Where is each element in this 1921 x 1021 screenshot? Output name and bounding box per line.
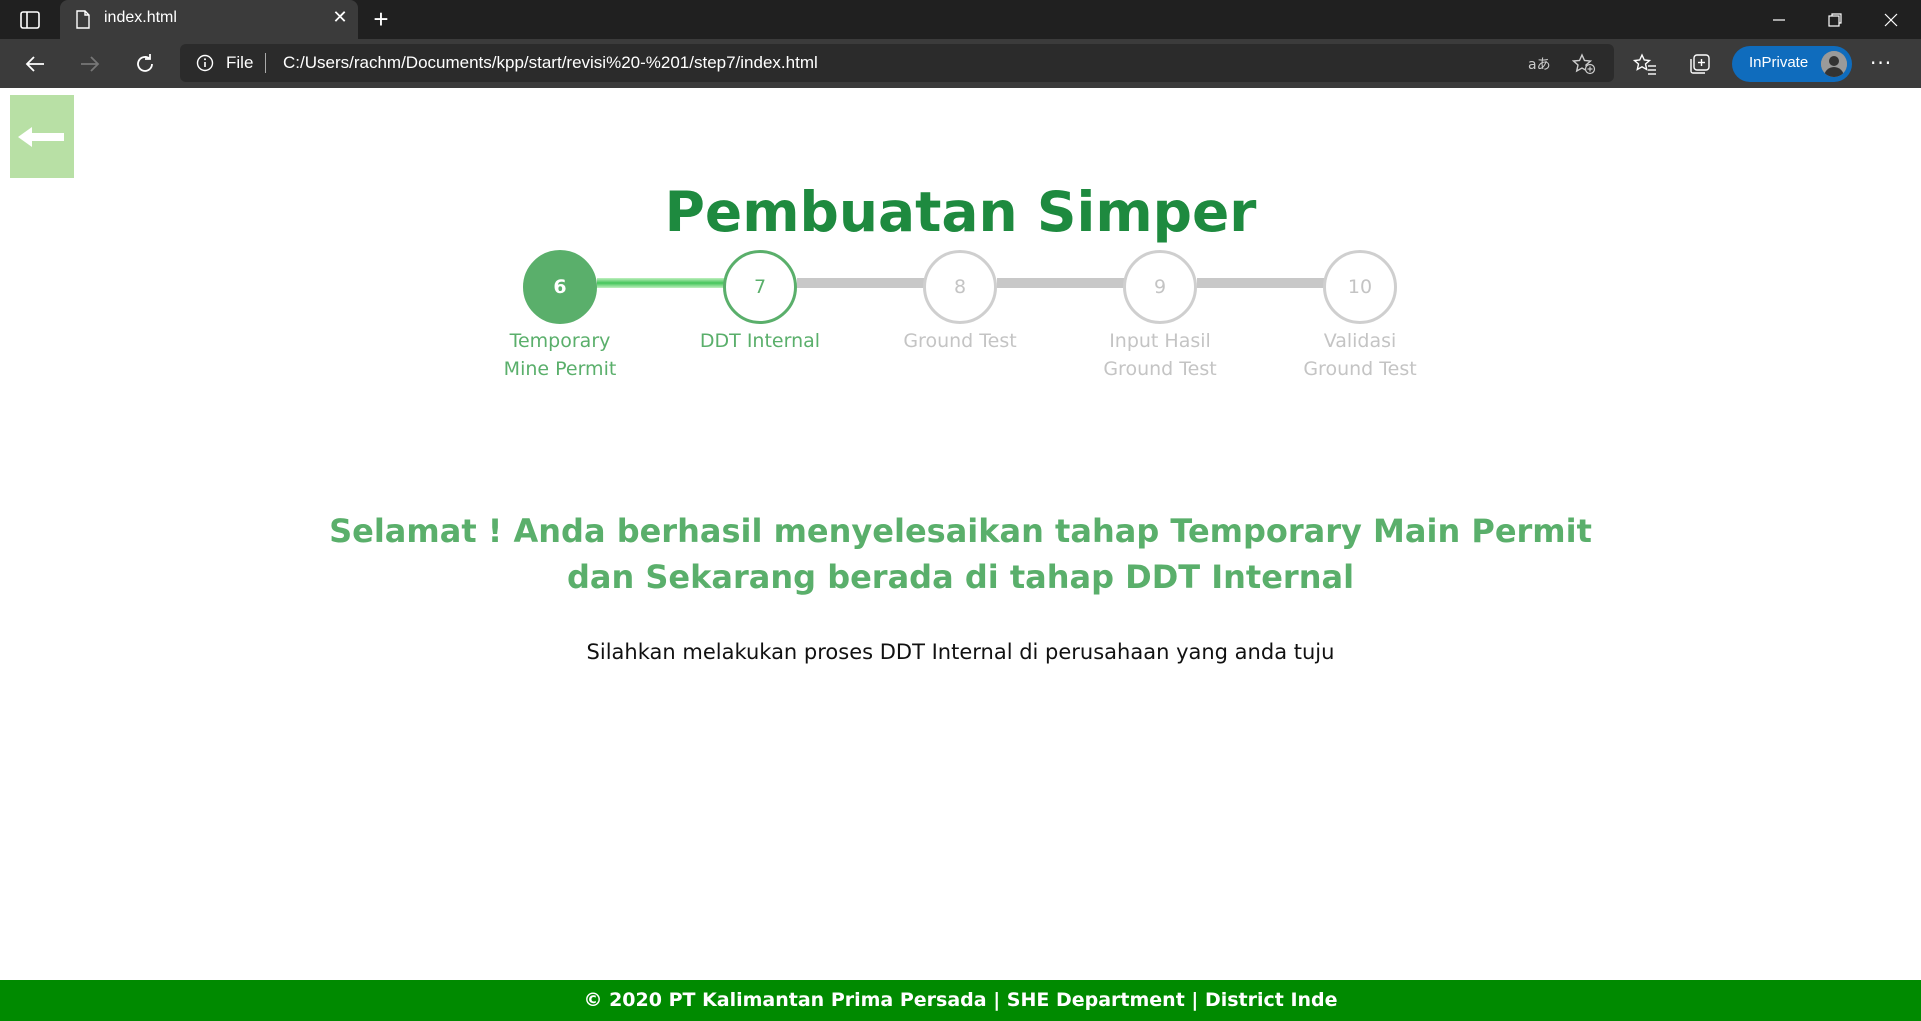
forward-icon[interactable] xyxy=(75,49,105,79)
step-9-label: Input Hasil Ground Test xyxy=(1075,327,1245,383)
step-connector xyxy=(797,278,927,288)
progress-stepper: 6 7 8 9 10 Temporary Mine Permit DDT Int… xyxy=(0,250,1921,390)
step-connector xyxy=(1197,278,1327,288)
step-label-line: Ground Test xyxy=(1303,358,1417,380)
tab-actions-icon[interactable] xyxy=(18,9,42,31)
collections-icon[interactable] xyxy=(1687,51,1713,77)
congrats-line: dan Sekarang berada di tahap DDT Interna… xyxy=(566,558,1355,596)
arrow-left-icon xyxy=(18,126,64,147)
inprivate-label: InPrivate xyxy=(1749,54,1809,71)
favorites-icon[interactable] xyxy=(1632,51,1658,77)
file-icon xyxy=(75,10,91,29)
info-icon[interactable] xyxy=(196,54,214,72)
url-text[interactable]: C:/Users/rachm/Documents/kpp/start/revis… xyxy=(283,53,818,73)
tab-title: index.html xyxy=(104,9,177,26)
step-7-label: DDT Internal xyxy=(675,327,845,355)
more-icon[interactable]: ··· xyxy=(1870,53,1892,73)
footer: © 2020 PT Kalimantan Prima Persada | SHE… xyxy=(0,980,1921,1021)
step-6-label: Temporary Mine Permit xyxy=(475,327,645,383)
step-10-label: Validasi Ground Test xyxy=(1275,327,1445,383)
read-aloud-icon[interactable]: aあ xyxy=(1527,53,1551,75)
step-connector xyxy=(597,278,727,288)
step-label-line: Ground Test xyxy=(903,330,1017,352)
new-tab-icon[interactable]: + xyxy=(368,6,394,32)
step-label-line: DDT Internal xyxy=(699,330,821,352)
restore-icon[interactable] xyxy=(1807,0,1863,39)
step-label-line: Input Hasil xyxy=(1109,330,1211,352)
congrats-line: Selamat ! Anda berhasil menyelesaikan ta… xyxy=(329,512,1592,550)
step-9-circle: 9 xyxy=(1123,250,1197,324)
page-title: Pembuatan Simper xyxy=(664,180,1257,244)
step-label-line: Mine Permit xyxy=(503,358,617,380)
refresh-icon[interactable] xyxy=(130,49,160,79)
minimize-icon[interactable] xyxy=(1751,0,1807,39)
url-scheme: File xyxy=(226,53,254,72)
browser-tab-bar: index.html ✕ + xyxy=(0,0,1921,39)
step-label-line: Temporary xyxy=(509,330,611,352)
step-label-line: Ground Test xyxy=(1103,358,1217,380)
step-6-circle: 6 xyxy=(523,250,597,324)
address-bar[interactable]: File C:/Users/rachm/Documents/kpp/start/… xyxy=(180,44,1614,82)
step-connector xyxy=(997,278,1127,288)
step-label-line: Validasi xyxy=(1323,330,1397,352)
url-divider xyxy=(265,53,266,73)
step-8-circle: 8 xyxy=(923,250,997,324)
back-icon[interactable] xyxy=(20,49,50,79)
inprivate-button[interactable]: InPrivate xyxy=(1732,46,1852,82)
page-content: Pembuatan Simper 6 7 8 9 10 Temporary Mi… xyxy=(0,88,1921,1021)
add-favorite-icon[interactable] xyxy=(1572,53,1596,75)
footer-text: © 2020 PT Kalimantan Prima Persada | SHE… xyxy=(583,989,1338,1011)
svg-text:aあ: aあ xyxy=(1528,57,1551,73)
step-8-label: Ground Test xyxy=(875,327,1045,355)
browser-tab[interactable]: index.html ✕ xyxy=(60,0,358,39)
congratulations-message: Selamat ! Anda berhasil menyelesaikan ta… xyxy=(260,508,1661,600)
step-10-circle: 10 xyxy=(1323,250,1397,324)
back-button[interactable] xyxy=(10,95,74,178)
browser-toolbar: File C:/Users/rachm/Documents/kpp/start/… xyxy=(0,39,1921,88)
avatar xyxy=(1821,51,1847,77)
close-tab-icon[interactable]: ✕ xyxy=(330,8,350,28)
step-7-circle: 7 xyxy=(723,250,797,324)
close-window-icon[interactable] xyxy=(1863,0,1919,39)
instruction-text: Silahkan melakukan proses DDT Internal d… xyxy=(586,640,1335,664)
